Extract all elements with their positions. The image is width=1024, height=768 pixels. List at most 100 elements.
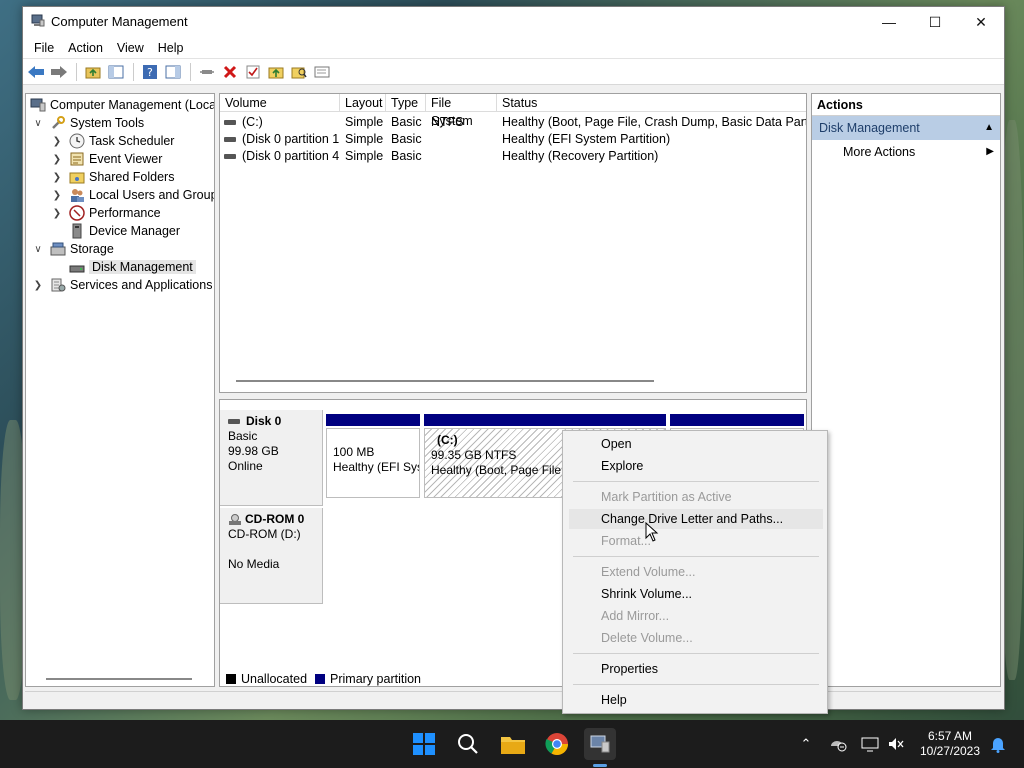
tree-item-disk-management[interactable]: Disk Management: [69, 258, 196, 276]
tools-icon: [50, 115, 66, 131]
actions-title: Actions: [812, 94, 1000, 116]
partition-header-efi: [326, 414, 420, 426]
list-horizontal-scrollbar[interactable]: [236, 380, 654, 382]
chevron-down-icon[interactable]: ∨: [32, 244, 44, 255]
partition-status: Healthy (EFI Sys: [333, 460, 420, 474]
network-status-icon[interactable]: [828, 734, 848, 754]
help-icon[interactable]: ?: [139, 61, 161, 83]
tree-item-services-and-applications[interactable]: ❯ Services and Applications: [32, 276, 213, 294]
collapse-up-icon[interactable]: ▲: [984, 116, 994, 140]
volume-name: (Disk 0 partition 1): [242, 132, 339, 146]
properties-sheet-icon[interactable]: [311, 61, 333, 83]
volume-list: Volume Layout Type File System Status (C…: [219, 93, 807, 393]
column-header-file-system[interactable]: File System: [426, 94, 497, 128]
menu-item-mark-active[interactable]: Mark Partition as Active: [569, 487, 823, 507]
menu-item-delete-volume[interactable]: Delete Volume...: [569, 628, 823, 648]
show-hide-action-pane-icon[interactable]: [162, 61, 184, 83]
taskbar: ⌃ 6:57 AM 10/27/2023: [0, 720, 1024, 768]
table-row[interactable]: (Disk 0 partition 4) Simple Basic Health…: [220, 148, 806, 165]
back-arrow-icon[interactable]: [25, 61, 47, 83]
tree-item-system-tools[interactable]: ∨ System Tools: [32, 114, 144, 132]
up-folder-icon[interactable]: [82, 61, 104, 83]
menu-separator: [573, 684, 819, 685]
table-row[interactable]: (C:) Simple Basic NTFS Healthy (Boot, Pa…: [220, 114, 806, 131]
tree-item-device-manager[interactable]: Device Manager: [69, 222, 180, 240]
clock-time: 6:57 AM: [927, 729, 973, 743]
menu-item-shrink-volume[interactable]: Shrink Volume...: [569, 584, 823, 604]
title-bar: Computer Management — ☐ ✕: [23, 7, 1004, 37]
column-header-layout[interactable]: Layout: [340, 94, 386, 112]
taskbar-clock[interactable]: 6:57 AM 10/27/2023: [912, 729, 988, 759]
legend-label: Unallocated: [241, 672, 308, 686]
chevron-right-icon[interactable]: ❯: [51, 154, 63, 165]
search-folder-icon[interactable]: [288, 61, 310, 83]
tree-label: Computer Management (Local: [50, 98, 215, 112]
column-header-volume[interactable]: Volume: [220, 94, 340, 112]
volume-cell: (Disk 0 partition 1): [224, 131, 339, 148]
menu-item-add-mirror[interactable]: Add Mirror...: [569, 606, 823, 626]
delete-icon[interactable]: [219, 61, 241, 83]
chevron-right-icon[interactable]: ❯: [51, 172, 63, 183]
actions-section-disk-management[interactable]: Disk Management ▲: [812, 116, 1000, 140]
column-header-type[interactable]: Type: [386, 94, 426, 112]
table-row[interactable]: (Disk 0 partition 1) Simple Basic Health…: [220, 131, 806, 148]
menu-item-change-drive-letter[interactable]: Change Drive Letter and Paths...: [569, 509, 823, 529]
menu-item-format[interactable]: Format...: [569, 531, 823, 551]
start-windows-icon[interactable]: [408, 728, 440, 760]
folder-up-icon[interactable]: [265, 61, 287, 83]
chevron-right-icon[interactable]: ❯: [51, 136, 63, 147]
display-icon[interactable]: [860, 734, 880, 754]
computer-management-taskbar-icon[interactable]: [584, 728, 616, 760]
menu-action[interactable]: Action: [61, 37, 110, 59]
connect-drive-icon[interactable]: [196, 61, 218, 83]
forward-arrow-icon[interactable]: [48, 61, 70, 83]
tree-item-performance[interactable]: ❯ Performance: [51, 204, 161, 222]
volume-muted-icon[interactable]: [886, 734, 906, 754]
chrome-icon[interactable]: [541, 728, 573, 760]
disk-0-label[interactable]: Disk 0 Basic 99.98 GB Online: [220, 410, 323, 506]
menu-item-explore[interactable]: Explore: [569, 456, 823, 476]
tree-item-event-viewer[interactable]: ❯ Event Viewer: [51, 150, 163, 168]
tree-item-storage[interactable]: ∨ Storage: [32, 240, 113, 258]
section-label: Disk Management: [819, 121, 920, 135]
menu-file[interactable]: File: [27, 37, 61, 59]
tree-item-task-scheduler[interactable]: ❯ Task Scheduler: [51, 132, 174, 150]
check-disk-icon[interactable]: [242, 61, 264, 83]
more-actions-item[interactable]: More Actions ▶: [812, 140, 1000, 164]
cdrom-0-label[interactable]: CD-ROM 0 CD-ROM (D:) No Media: [220, 508, 323, 604]
chevron-up-icon[interactable]: ⌃: [796, 734, 816, 754]
tree-label: Performance: [89, 206, 161, 220]
tree-item-computer-management[interactable]: Computer Management (Local: [30, 96, 215, 114]
notification-bell-icon[interactable]: [988, 734, 1008, 754]
tree-horizontal-scrollbar[interactable]: [46, 678, 192, 680]
menu-item-properties[interactable]: Properties: [569, 659, 823, 679]
menu-item-extend-volume[interactable]: Extend Volume...: [569, 562, 823, 582]
window-title: Computer Management: [51, 14, 188, 29]
tree-item-shared-folders[interactable]: ❯ Shared Folders: [51, 168, 175, 186]
chevron-right-icon[interactable]: ❯: [51, 190, 63, 201]
partition-size: 100 MB: [333, 445, 375, 459]
toolbar-separator: [76, 62, 77, 81]
search-icon[interactable]: [452, 728, 484, 760]
minimize-button[interactable]: —: [866, 7, 912, 37]
close-button[interactable]: ✕: [958, 7, 1004, 37]
menu-view[interactable]: View: [110, 37, 151, 59]
chevron-right-icon[interactable]: ❯: [32, 280, 44, 291]
cdrom-name: CD-ROM 0: [245, 512, 305, 526]
maximize-button[interactable]: ☐: [912, 7, 958, 37]
chevron-right-icon[interactable]: ❯: [51, 208, 63, 219]
column-header-status[interactable]: Status: [497, 94, 806, 112]
tree-item-local-users[interactable]: ❯ Local Users and Groups: [51, 186, 214, 204]
type-cell: Basic: [391, 132, 422, 146]
menu-item-help[interactable]: Help: [569, 690, 823, 710]
volume-name: (C:): [242, 115, 263, 129]
mouse-pointer-icon: [645, 522, 659, 542]
partition-efi[interactable]: 100 MB Healthy (EFI Sys: [326, 428, 420, 498]
chevron-down-icon[interactable]: ∨: [32, 118, 44, 129]
menu-help[interactable]: Help: [151, 37, 191, 59]
file-explorer-icon[interactable]: [497, 728, 529, 760]
layout-cell: Simple: [345, 115, 384, 129]
show-hide-console-tree-icon[interactable]: [105, 61, 127, 83]
menu-item-open[interactable]: Open: [569, 434, 823, 454]
partition-header-recovery: [670, 414, 804, 426]
